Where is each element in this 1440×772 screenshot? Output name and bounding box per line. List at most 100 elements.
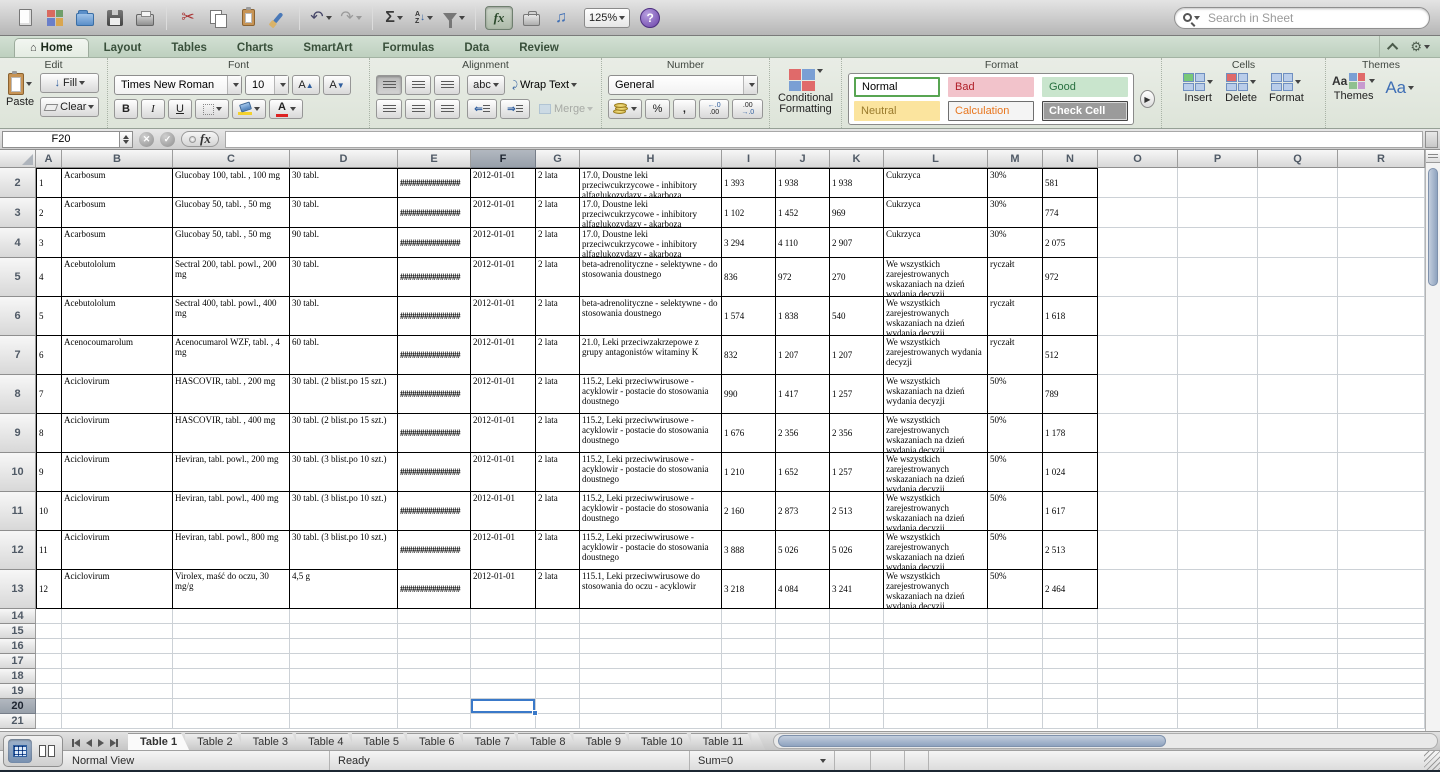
row-header-6[interactable]: 6 — [0, 297, 36, 336]
cell-Q12[interactable] — [1258, 531, 1338, 570]
cell-I5[interactable]: 836 — [722, 258, 776, 297]
cell-H15[interactable] — [580, 624, 722, 639]
cell-C18[interactable] — [173, 669, 290, 684]
cell-I15[interactable] — [722, 624, 776, 639]
cell-P16[interactable] — [1178, 639, 1258, 654]
cell-L12[interactable]: We wszystkich zarejestrowanych wskazania… — [884, 531, 988, 570]
cell-H5[interactable]: beta-adrenolityczne - selektywne - do st… — [580, 258, 722, 297]
cell-G21[interactable] — [536, 714, 580, 729]
cell-M2[interactable]: 30% — [988, 168, 1043, 198]
align-bottom-button[interactable] — [434, 75, 460, 95]
cell-R10[interactable] — [1338, 453, 1425, 492]
cell-C4[interactable]: Glucobay 50, tabl. , 50 mg — [173, 228, 290, 258]
ribbon-tab-data[interactable]: Data — [449, 39, 504, 57]
cell-G2[interactable]: 2 lata — [536, 168, 580, 198]
row-header-5[interactable]: 5 — [0, 258, 36, 297]
cell-H12[interactable]: 115.2, Leki przeciwwirusowe - acyklowir … — [580, 531, 722, 570]
row-header-20[interactable]: 20 — [0, 699, 36, 714]
cell-B20[interactable] — [62, 699, 173, 714]
cell-K15[interactable] — [830, 624, 884, 639]
cell-L11[interactable]: We wszystkich zarejestrowanych wskazania… — [884, 492, 988, 531]
cell-B16[interactable] — [62, 639, 173, 654]
cell-M17[interactable] — [988, 654, 1043, 669]
align-center-button[interactable] — [405, 99, 431, 119]
cell-N5[interactable]: 972 — [1043, 258, 1098, 297]
cell-H6[interactable]: beta-adrenolityczne - selektywne - do st… — [580, 297, 722, 336]
cell-H21[interactable] — [580, 714, 722, 729]
cell-F18[interactable] — [471, 669, 536, 684]
cell-style-normal[interactable]: Normal — [854, 77, 940, 97]
shrink-font-button[interactable]: A▼ — [323, 75, 351, 95]
cell-C9[interactable]: HASCOVIR, tabl. , 400 mg — [173, 414, 290, 453]
ribbon-settings-button[interactable]: ⚙ — [1410, 39, 1430, 55]
cell-E11[interactable]: ############### — [398, 492, 471, 531]
new-workbook-button[interactable] — [10, 4, 40, 32]
cell-L5[interactable]: We wszystkich zarejestrowanych wskazania… — [884, 258, 988, 297]
cell-I11[interactable]: 2 160 — [722, 492, 776, 531]
cell-B5[interactable]: Acebutololum — [62, 258, 173, 297]
cell-L7[interactable]: We wszystkich zarejestrowanych wydania d… — [884, 336, 988, 375]
cell-style-calculation[interactable]: Calculation — [948, 101, 1034, 121]
cell-C15[interactable] — [173, 624, 290, 639]
cell-E5[interactable]: ############### — [398, 258, 471, 297]
cell-style-bad[interactable]: Bad — [948, 77, 1034, 97]
cell-B4[interactable]: Acarbosum — [62, 228, 173, 258]
cell-Q6[interactable] — [1258, 297, 1338, 336]
sheet-tab-table-3[interactable]: Table 3 — [241, 733, 300, 750]
cell-A6[interactable]: 5 — [36, 297, 62, 336]
increase-indent-button[interactable]: ⇒ — [500, 99, 530, 119]
cell-G19[interactable] — [536, 684, 580, 699]
cell-N3[interactable]: 774 — [1043, 198, 1098, 228]
cell-B10[interactable]: Aciclovirum — [62, 453, 173, 492]
cell-A21[interactable] — [36, 714, 62, 729]
cell-E17[interactable] — [398, 654, 471, 669]
cell-P20[interactable] — [1178, 699, 1258, 714]
cell-R2[interactable] — [1338, 168, 1425, 198]
column-header-N[interactable]: N — [1043, 150, 1098, 168]
cell-A3[interactable]: 2 — [36, 198, 62, 228]
column-header-A[interactable]: A — [36, 150, 62, 168]
cell-R21[interactable] — [1338, 714, 1425, 729]
cell-Q7[interactable] — [1258, 336, 1338, 375]
cell-O17[interactable] — [1098, 654, 1178, 669]
cell-D19[interactable] — [290, 684, 398, 699]
cell-I9[interactable]: 1 676 — [722, 414, 776, 453]
column-header-C[interactable]: C — [173, 150, 290, 168]
cell-A9[interactable]: 8 — [36, 414, 62, 453]
cell-I6[interactable]: 1 574 — [722, 297, 776, 336]
align-middle-button[interactable] — [405, 75, 431, 95]
cell-A2[interactable]: 1 — [36, 168, 62, 198]
cell-J5[interactable]: 972 — [776, 258, 830, 297]
cell-M7[interactable]: ryczałt — [988, 336, 1043, 375]
row-header-7[interactable]: 7 — [0, 336, 36, 375]
cell-Q17[interactable] — [1258, 654, 1338, 669]
sort-button[interactable]: AZ↓ — [409, 4, 439, 32]
cell-K10[interactable]: 1 257 — [830, 453, 884, 492]
cell-F14[interactable] — [471, 609, 536, 624]
comma-button[interactable]: , — [673, 99, 696, 119]
theme-fonts-button[interactable]: Aa — [1385, 78, 1414, 98]
cell-Q16[interactable] — [1258, 639, 1338, 654]
cell-J10[interactable]: 1 652 — [776, 453, 830, 492]
cell-K4[interactable]: 2 907 — [830, 228, 884, 258]
cell-P6[interactable] — [1178, 297, 1258, 336]
cell-H4[interactable]: 17.0, Doustne leki przeciwcukrzycowe - i… — [580, 228, 722, 258]
cell-M12[interactable]: 50% — [988, 531, 1043, 570]
cell-P17[interactable] — [1178, 654, 1258, 669]
cell-G20[interactable] — [536, 699, 580, 714]
grow-font-button[interactable]: A▲ — [292, 75, 320, 95]
cell-O14[interactable] — [1098, 609, 1178, 624]
cell-O18[interactable] — [1098, 669, 1178, 684]
cell-Q11[interactable] — [1258, 492, 1338, 531]
cell-O8[interactable] — [1098, 375, 1178, 414]
cell-J3[interactable]: 1 452 — [776, 198, 830, 228]
cell-L19[interactable] — [884, 684, 988, 699]
cell-A11[interactable]: 10 — [36, 492, 62, 531]
cell-F6[interactable]: 2012-01-01 — [471, 297, 536, 336]
template-gallery-button[interactable] — [40, 4, 70, 32]
open-button[interactable] — [70, 4, 100, 32]
cell-H3[interactable]: 17.0, Doustne leki przeciwcukrzycowe - i… — [580, 198, 722, 228]
cell-F4[interactable]: 2012-01-01 — [471, 228, 536, 258]
cell-E21[interactable] — [398, 714, 471, 729]
cell-D6[interactable]: 30 tabl. — [290, 297, 398, 336]
